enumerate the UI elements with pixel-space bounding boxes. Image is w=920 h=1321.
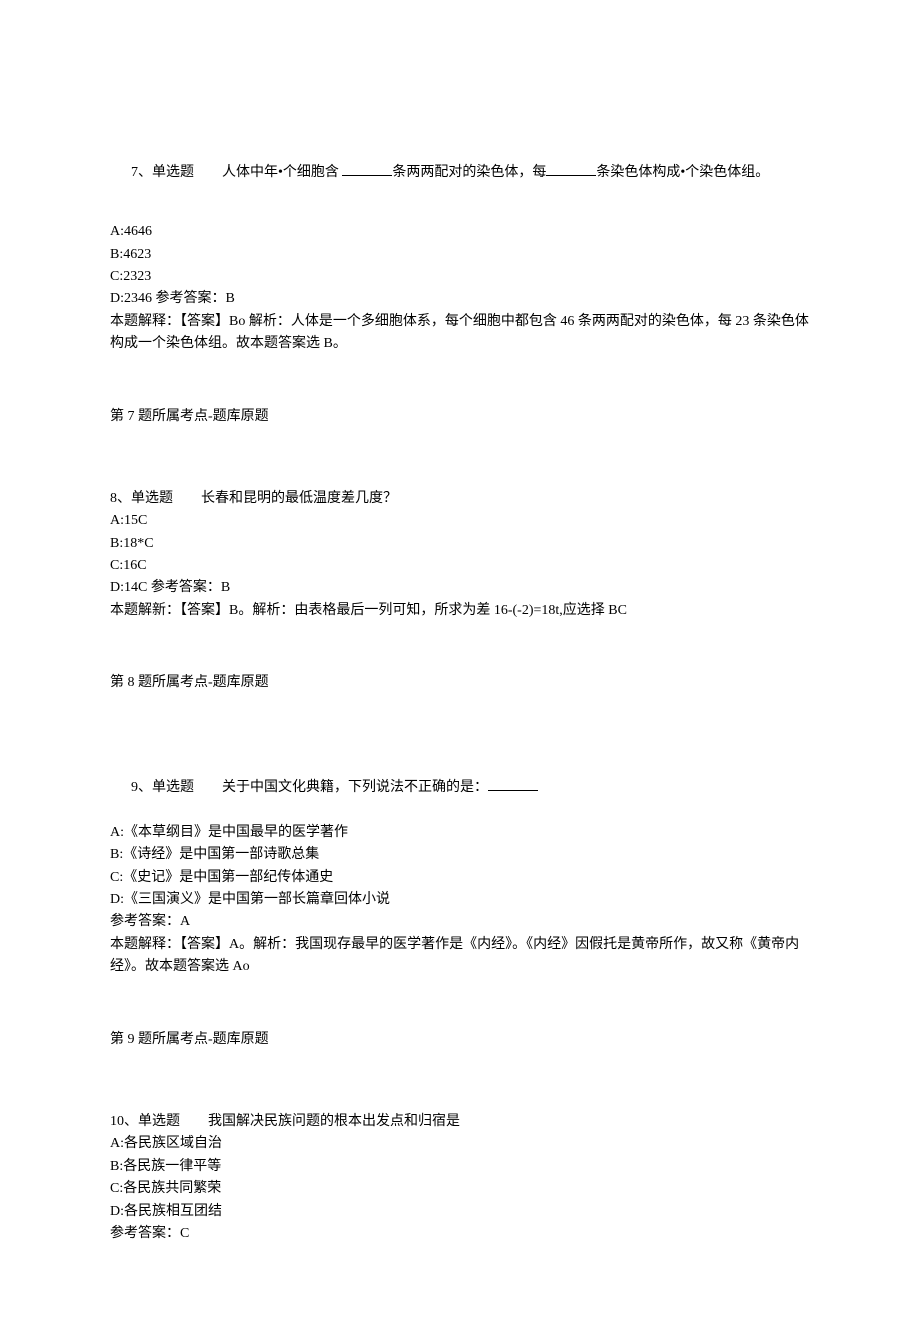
q8-option-d-answer: D:14C 参考答案：B <box>110 577 810 599</box>
q7-option-a: A:4646 <box>110 221 810 243</box>
question-9: 9、单选题 关于中国文化典籍，下列说法不正确的是： A:《本草纲目》是中国最早的… <box>110 755 810 979</box>
question-7: 7、单选题 人体中年•个细胞含 条两两配对的染色体，每 条染色体构成•个染色体组。… <box>110 140 810 356</box>
q7-stem-part3: 条染色体构成•个染色体组。 <box>596 165 769 180</box>
q7-stem-part2: 条两两配对的染色体，每 <box>392 165 546 180</box>
blank-fill <box>342 175 392 176</box>
q7-option-b: B:4623 <box>110 244 810 266</box>
q7-stem-part1: 7、单选题 人体中年•个细胞含 <box>131 165 342 180</box>
q8-explanation: 本题解新：【答案】B。解析：由表格最后一列可知，所求为差 16-(-2)=18t… <box>110 600 810 622</box>
question-10: 10、单选题 我国解决民族问题的根本出发点和归宿是 A:各民族区域自治 B:各民… <box>110 1111 810 1245</box>
q9-option-b: B:《诗经》是中国第一部诗歌总集 <box>110 844 810 866</box>
q9-option-d: D:《三国演义》是中国第一部长篇章回体小说 <box>110 889 810 911</box>
q10-option-d: D:各民族相互团结 <box>110 1201 810 1223</box>
q8-option-b: B:18*C <box>110 533 810 555</box>
q9-explanation: 本题解释：【答案】A。解析：我国现存最早的医学著作是《内经》。《内经》因假托是黄… <box>110 934 810 979</box>
q7-explanation: 本题解释：【答案】Bo 解析：人体是一个多细胞体系，每个细胞中都包含 46 条两… <box>110 311 810 356</box>
q9-reference: 第 9 题所属考点-题库原题 <box>110 1029 810 1051</box>
q7-option-d-answer: D:2346 参考答案：B <box>110 288 810 310</box>
document-page: 7、单选题 人体中年•个细胞含 条两两配对的染色体，每 条染色体构成•个染色体组。… <box>0 0 920 1321</box>
question-7-stem: 7、单选题 人体中年•个细胞含 条两两配对的染色体，每 条染色体构成•个染色体组。 <box>110 140 810 207</box>
q9-option-a: A:《本草纲目》是中国最早的医学著作 <box>110 822 810 844</box>
q9-stem: 9、单选题 关于中国文化典籍，下列说法不正确的是： <box>110 755 810 822</box>
q7-reference: 第 7 题所属考点-题库原题 <box>110 406 810 428</box>
q10-option-a: A:各民族区域自治 <box>110 1133 810 1155</box>
question-8: 8、单选题 长春和昆明的最低温度差几度？ A:15C B:18*C C:16C … <box>110 488 810 622</box>
q9-answer: 参考答案：A <box>110 911 810 933</box>
q10-stem: 10、单选题 我国解决民族问题的根本出发点和归宿是 <box>110 1111 810 1133</box>
q8-option-c: C:16C <box>110 555 810 577</box>
q9-stem-text: 9、单选题 关于中国文化典籍，下列说法不正确的是： <box>131 780 488 795</box>
q8-stem: 8、单选题 长春和昆明的最低温度差几度？ <box>110 488 810 510</box>
q9-option-c: C:《史记》是中国第一部纪传体通史 <box>110 867 810 889</box>
q10-answer: 参考答案：C <box>110 1223 810 1245</box>
q10-option-c: C:各民族共同繁荣 <box>110 1178 810 1200</box>
q8-reference: 第 8 题所属考点-题库原题 <box>110 672 810 694</box>
q10-option-b: B:各民族一律平等 <box>110 1156 810 1178</box>
blank-fill <box>546 175 596 176</box>
q8-option-a: A:15C <box>110 510 810 532</box>
q7-option-c: C:2323 <box>110 266 810 288</box>
blank-fill <box>488 790 538 791</box>
